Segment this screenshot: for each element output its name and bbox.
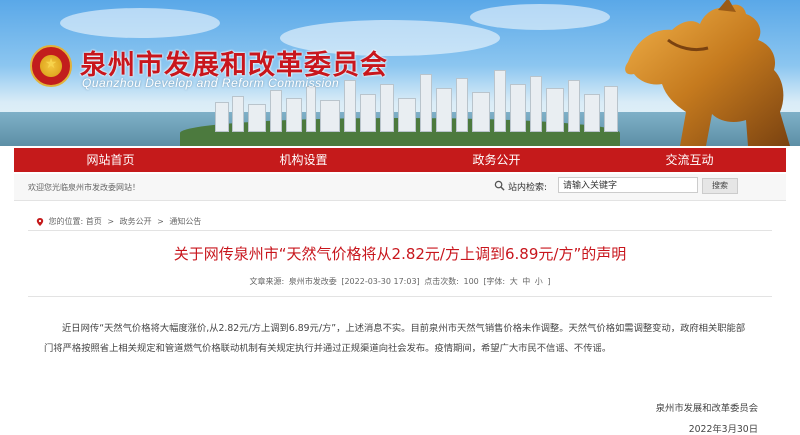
font-size-end: ] <box>547 277 551 286</box>
building <box>248 104 266 132</box>
building <box>584 94 600 132</box>
divider <box>28 296 772 297</box>
article-meta: 文章来源: 泉州市发改委 [2022-03-30 17:03] 点击次数: 10… <box>0 276 800 287</box>
site-subtitle-en: Quanzhou Develop and Reform Commission <box>82 76 340 90</box>
source-label: 文章来源: <box>249 277 285 286</box>
article-signature: 泉州市发展和改革委员会 <box>655 403 758 414</box>
article-title: 关于网传泉州市“天然气价格将从2.82元/方上调到6.89元/方”的声明 <box>173 245 627 263</box>
cloud <box>60 8 220 38</box>
breadcrumb: 您的位置: 首页 > 政务公开 > 通知公告 <box>36 216 201 227</box>
font-size-large[interactable]: 大 <box>510 277 518 286</box>
font-size-medium[interactable]: 中 <box>522 277 530 286</box>
building <box>232 96 244 132</box>
font-size-label: [字体: <box>483 277 506 286</box>
building <box>494 70 506 132</box>
font-size-small[interactable]: 小 <box>535 277 543 286</box>
breadcrumb-separator: > <box>107 217 115 226</box>
search-button[interactable]: 搜索 <box>702 178 738 194</box>
building <box>380 84 394 132</box>
breadcrumb-item-home[interactable]: 首页 <box>86 217 102 226</box>
building <box>215 102 229 132</box>
breadcrumb-item-notices[interactable]: 通知公告 <box>169 217 201 226</box>
source-value: 泉州市发改委 <box>288 277 337 286</box>
info-bar: 欢迎您光临泉州市发改委网站！ 站内检索: 请输入关键字 搜索 <box>14 174 786 201</box>
building <box>320 100 340 132</box>
divider <box>28 230 772 231</box>
search-icon <box>494 180 505 191</box>
horse-statue-image <box>625 0 790 146</box>
building <box>568 80 580 132</box>
building <box>510 84 526 132</box>
building <box>472 92 490 132</box>
article-body: 近日网传“天然气价格将大幅度涨价,从2.82元/方上调到6.89元/方”，上述消… <box>44 323 746 354</box>
breadcrumb-separator: > <box>157 217 164 226</box>
building <box>286 98 302 132</box>
nav-item-organization[interactable]: 机构设置 <box>207 148 400 172</box>
views-label: 点击次数: <box>424 277 459 286</box>
location-icon <box>36 217 44 226</box>
building <box>456 78 468 132</box>
search-input[interactable]: 请输入关键字 <box>558 177 698 193</box>
nav-item-home[interactable]: 网站首页 <box>14 148 207 172</box>
breadcrumb-prefix: 您的位置: <box>48 217 84 226</box>
breadcrumb-item-government-affairs[interactable]: 政务公开 <box>120 217 152 226</box>
welcome-text: 欢迎您光临泉州市发改委网站！ <box>28 183 140 192</box>
views-count: 100 <box>463 277 479 286</box>
building <box>398 98 416 132</box>
article-date: 2022年3月30日 <box>688 424 758 435</box>
national-emblem-icon: ★ <box>30 45 72 87</box>
building <box>420 74 432 132</box>
building <box>360 94 376 132</box>
building <box>530 76 542 132</box>
nav-item-government-affairs[interactable]: 政务公开 <box>400 148 593 172</box>
building <box>344 80 356 132</box>
building <box>436 88 452 132</box>
building <box>546 88 564 132</box>
publish-datetime: [2022-03-30 17:03] <box>341 277 420 286</box>
header-banner: ★ 泉州市发展和改革委员会 Quanzhou Develop and Refor… <box>0 0 800 146</box>
search-label: 站内检索: <box>508 183 548 193</box>
nav-item-interaction[interactable]: 交流互动 <box>593 148 786 172</box>
main-nav: 网站首页 机构设置 政务公开 交流互动 <box>14 148 786 172</box>
cloud <box>470 4 610 30</box>
building <box>306 86 316 132</box>
building <box>270 90 282 132</box>
